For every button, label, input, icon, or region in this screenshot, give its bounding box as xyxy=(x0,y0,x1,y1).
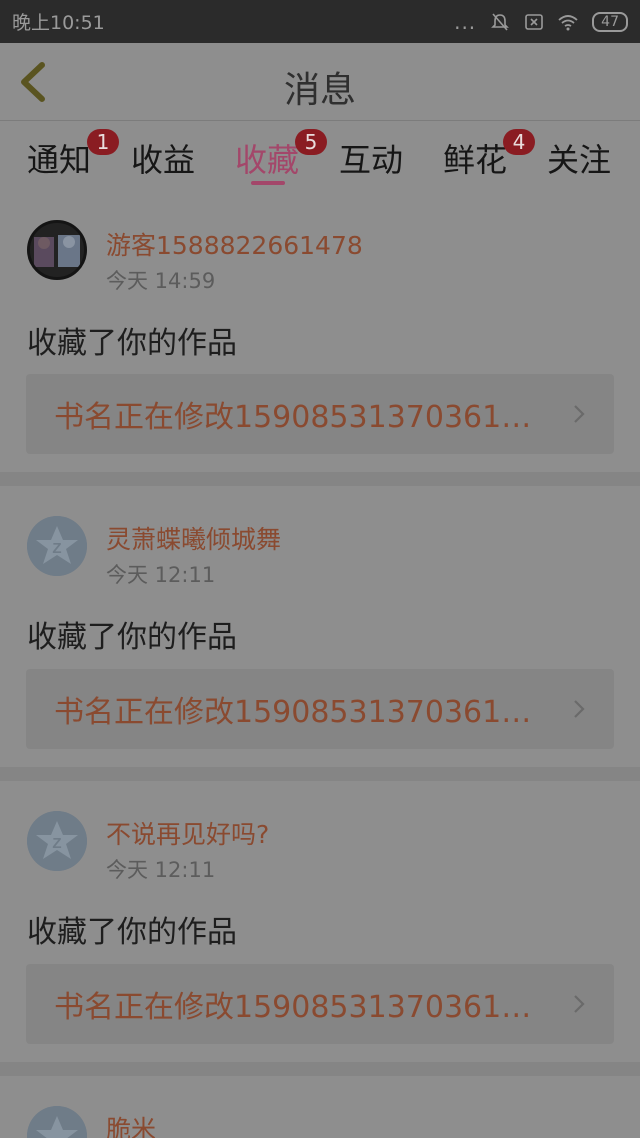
work-link[interactable]: 书名正在修改15908531370361… xyxy=(26,964,614,1044)
user-avatar[interactable] xyxy=(27,220,87,280)
status-time: 晚上10:51 xyxy=(12,12,105,34)
battery-indicator: 47 xyxy=(592,11,628,32)
username[interactable]: 脆米 xyxy=(106,1110,156,1138)
chevron-right-icon xyxy=(574,995,585,1013)
flowers-badge: 4 xyxy=(503,129,535,155)
svg-text:Z: Z xyxy=(52,540,61,557)
tab-label: 通知 xyxy=(27,141,92,179)
message-card: Z 不说再见好吗? 今天 12:11 收藏了你的作品 书名正在修改1590853… xyxy=(0,781,640,1062)
active-tab-indicator xyxy=(251,181,285,185)
work-title: 书名正在修改15908531370361… xyxy=(54,990,532,1025)
default-avatar-icon: Z xyxy=(27,516,87,576)
page-title: 消息 xyxy=(283,70,356,111)
more-dots-icon: ... xyxy=(454,9,477,34)
timestamp: 今天 12:11 xyxy=(106,563,216,587)
user-avatar[interactable]: Z xyxy=(27,811,87,871)
work-link[interactable]: 书名正在修改15908531370361… xyxy=(26,374,614,454)
chevron-right-icon xyxy=(574,700,585,718)
tab-notifications[interactable]: 通知 1 xyxy=(27,129,119,189)
status-bar: 晚上10:51 ... 47 xyxy=(0,0,640,43)
tab-label: 互动 xyxy=(339,141,404,179)
status-icons: ... 47 xyxy=(454,10,628,34)
user-avatar[interactable] xyxy=(27,1106,87,1138)
tab-label: 收藏 xyxy=(235,141,300,179)
notification-badge: 1 xyxy=(87,129,119,155)
user-avatar[interactable]: Z xyxy=(27,516,87,576)
tab-earnings[interactable]: 收益 xyxy=(131,135,195,189)
chevron-right-icon xyxy=(574,405,585,423)
default-avatar-icon xyxy=(27,1106,87,1138)
message-card: Z 灵萧蝶曦倾城舞 今天 12:11 收藏了你的作品 书名正在修改1590853… xyxy=(0,486,640,767)
action-text: 收藏了你的作品 xyxy=(27,915,237,950)
timestamp: 今天 12:11 xyxy=(106,858,216,882)
favorites-badge: 5 xyxy=(295,129,327,155)
tab-flowers[interactable]: 鲜花 4 xyxy=(443,129,535,189)
timestamp: 今天 14:59 xyxy=(106,269,216,293)
tab-bar: 通知 1 收益 收藏 5 互动 鲜花 4 关注 xyxy=(0,121,640,192)
action-text: 收藏了你的作品 xyxy=(27,326,237,361)
message-card: 游客1588822661478 今天 14:59 收藏了你的作品 书名正在修改1… xyxy=(0,192,640,472)
card-divider xyxy=(0,1062,640,1076)
svg-text:Z: Z xyxy=(52,835,61,852)
default-avatar-icon: Z xyxy=(27,811,87,871)
tab-follows[interactable]: 关注 xyxy=(547,135,611,189)
message-card: 脆米 xyxy=(0,1076,640,1138)
tab-label: 收益 xyxy=(131,141,196,179)
work-link[interactable]: 书名正在修改15908531370361… xyxy=(26,669,614,749)
username[interactable]: 不说再见好吗? xyxy=(106,815,269,851)
username[interactable]: 游客1588822661478 xyxy=(106,226,363,262)
app-header: 消息 xyxy=(0,43,640,121)
work-title: 书名正在修改15908531370361… xyxy=(54,695,532,730)
message-feed: 游客1588822661478 今天 14:59 收藏了你的作品 书名正在修改1… xyxy=(0,192,640,1138)
sim-off-icon xyxy=(525,13,543,30)
tab-interactions[interactable]: 互动 xyxy=(339,135,403,189)
card-divider xyxy=(0,767,640,781)
tab-label: 鲜花 xyxy=(443,141,508,179)
action-text: 收藏了你的作品 xyxy=(27,620,237,655)
username[interactable]: 灵萧蝶曦倾城舞 xyxy=(106,520,281,556)
tab-label: 关注 xyxy=(547,141,612,179)
wifi-icon xyxy=(558,14,578,30)
work-title: 书名正在修改15908531370361… xyxy=(54,400,532,435)
mute-bell-icon xyxy=(491,12,510,31)
card-divider xyxy=(0,472,640,486)
photo-avatar-icon xyxy=(30,223,84,277)
